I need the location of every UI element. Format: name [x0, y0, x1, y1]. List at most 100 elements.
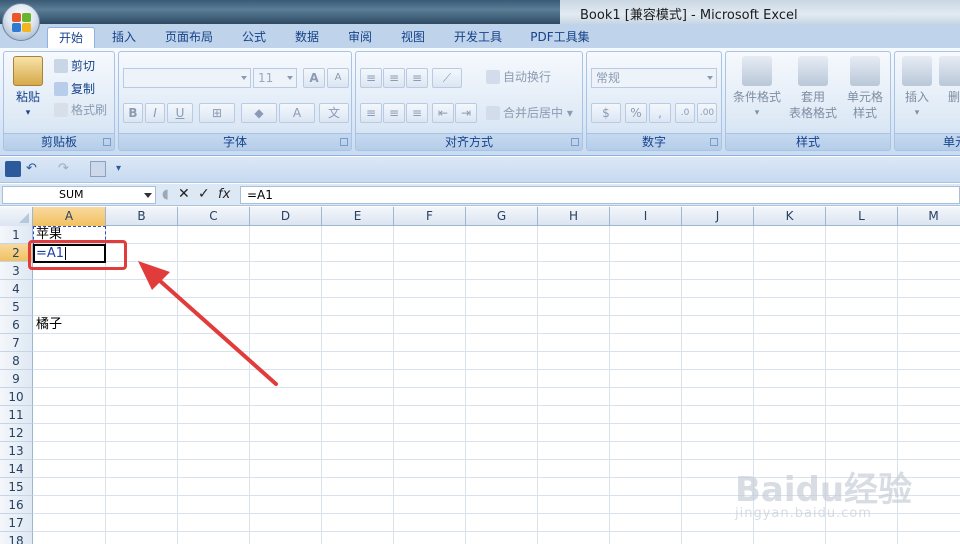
align-middle-button[interactable]: ≡ [383, 68, 405, 88]
align-top-button[interactable]: ≡ [360, 68, 382, 88]
copy-button[interactable]: 复制 [54, 81, 95, 97]
tab-page-layout[interactable]: 页面布局 [155, 27, 223, 48]
align-bottom-button[interactable]: ≡ [406, 68, 428, 88]
underline-button[interactable]: U [167, 103, 193, 123]
clipboard-group: 粘贴 ▾ 剪切 复制 格式刷 剪贴板 [3, 51, 115, 151]
alignment-launcher-icon[interactable] [571, 138, 579, 146]
insert-cells-button[interactable]: 插入 ▾ [899, 56, 935, 121]
row-header-16[interactable]: 16 [0, 496, 33, 514]
undo-icon[interactable]: ↶ [26, 161, 46, 177]
row-header-4[interactable]: 4 [0, 280, 33, 298]
enter-icon[interactable]: ✓ [198, 186, 210, 203]
bold-button[interactable]: B [123, 103, 143, 123]
format-as-table-button[interactable]: 套用 表格格式 [788, 56, 838, 121]
increase-decimal-button[interactable]: .0 [675, 103, 695, 123]
row-header-18[interactable]: 18 [0, 532, 33, 544]
column-header-j[interactable]: J [682, 207, 754, 226]
number-launcher-icon[interactable] [710, 138, 718, 146]
tab-formulas[interactable]: 公式 [232, 27, 276, 48]
format-painter-button[interactable]: 格式刷 [54, 102, 107, 118]
comma-button[interactable]: , [649, 103, 671, 123]
orientation-button[interactable]: ⟋ [432, 68, 462, 88]
select-all-button[interactable] [0, 207, 33, 226]
row-header-14[interactable]: 14 [0, 460, 33, 478]
merge-center-button[interactable]: 合并后居中 ▾ [486, 105, 573, 121]
cell-a6[interactable]: 橘子 [33, 316, 62, 334]
row-header-8[interactable]: 8 [0, 352, 33, 370]
name-box[interactable]: SUM [2, 186, 156, 204]
redo-icon[interactable]: ↷ [58, 161, 78, 177]
decrease-decimal-button[interactable]: .00 [697, 103, 717, 123]
align-left-button[interactable]: ≡ [360, 103, 382, 123]
font-launcher-icon[interactable] [340, 138, 348, 146]
shrink-font-button[interactable]: A [327, 68, 349, 88]
merge-cells-icon [486, 106, 500, 120]
tab-pdf-tools[interactable]: PDF工具集 [520, 27, 600, 48]
column-header-d[interactable]: D [250, 207, 322, 226]
tab-developer[interactable]: 开发工具 [444, 27, 512, 48]
name-box-value: SUM [59, 188, 84, 201]
annotation-highlight-box [28, 240, 127, 270]
font-color-button[interactable]: A [279, 103, 315, 123]
tab-data[interactable]: 数据 [285, 27, 329, 48]
column-header-f[interactable]: F [394, 207, 466, 226]
column-header-a[interactable]: A [33, 207, 106, 226]
row-header-17[interactable]: 17 [0, 514, 33, 532]
format-painter-label: 格式刷 [71, 103, 108, 117]
row-header-10[interactable]: 10 [0, 388, 33, 406]
paste-button[interactable]: 粘贴 ▾ [8, 56, 48, 121]
borders-button[interactable]: ⊞ [199, 103, 235, 123]
column-header-m[interactable]: M [898, 207, 960, 226]
row-header-13[interactable]: 13 [0, 442, 33, 460]
number-format-combo[interactable]: 常规 [591, 68, 717, 88]
column-header-l[interactable]: L [826, 207, 898, 226]
grow-font-button[interactable]: A [303, 68, 325, 88]
gridline [537, 226, 538, 544]
cancel-icon[interactable]: ✕ [178, 186, 190, 203]
decrease-indent-button[interactable]: ⇤ [432, 103, 454, 123]
cell-styles-button[interactable]: 单元格 样式 [840, 56, 890, 121]
row-header-12[interactable]: 12 [0, 424, 33, 442]
column-header-e[interactable]: E [322, 207, 394, 226]
row-header-9[interactable]: 9 [0, 370, 33, 388]
row-header-7[interactable]: 7 [0, 334, 33, 352]
cut-button[interactable]: 剪切 [54, 58, 95, 74]
row-header-15[interactable]: 15 [0, 478, 33, 496]
align-center-button[interactable]: ≡ [383, 103, 405, 123]
tab-review[interactable]: 审阅 [338, 27, 382, 48]
column-header-k[interactable]: K [754, 207, 826, 226]
font-size-combo[interactable]: 11 [253, 68, 297, 88]
column-header-c[interactable]: C [178, 207, 250, 226]
tab-insert[interactable]: 插入 [102, 27, 146, 48]
increase-indent-button[interactable]: ⇥ [455, 103, 477, 123]
alignment-group-label: 对齐方式 [356, 133, 582, 150]
font-group-label: 字体 [119, 133, 351, 150]
gridline [249, 226, 250, 544]
row-header-5[interactable]: 5 [0, 298, 33, 316]
row-header-11[interactable]: 11 [0, 406, 33, 424]
row-header-6[interactable]: 6 [0, 316, 33, 334]
font-name-combo[interactable] [123, 68, 251, 88]
percent-button[interactable]: % [625, 103, 647, 123]
currency-button[interactable]: $ [591, 103, 621, 123]
wrap-text-button[interactable]: 自动换行 [486, 69, 551, 85]
tab-home[interactable]: 开始 [47, 27, 95, 48]
column-header-h[interactable]: H [538, 207, 610, 226]
conditional-format-button[interactable]: 条件格式 ▾ [730, 56, 784, 121]
tab-view[interactable]: 视图 [391, 27, 435, 48]
formula-input[interactable]: =A1 [240, 186, 960, 204]
fill-color-button[interactable]: ◆ [241, 103, 277, 123]
insert-function-icon[interactable]: fx [218, 186, 230, 203]
column-header-i[interactable]: I [610, 207, 682, 226]
print-preview-icon[interactable] [90, 161, 106, 177]
office-button[interactable] [2, 3, 40, 41]
italic-button[interactable]: I [145, 103, 165, 123]
clipboard-launcher-icon[interactable] [103, 138, 111, 146]
phonetic-button[interactable]: 文 [319, 103, 349, 123]
column-header-g[interactable]: G [466, 207, 538, 226]
delete-cells-button[interactable]: 删 [939, 56, 960, 105]
align-right-button[interactable]: ≡ [406, 103, 428, 123]
column-header-b[interactable]: B [106, 207, 178, 226]
customize-qat-icon[interactable]: ▾ [116, 161, 132, 177]
save-icon[interactable] [5, 161, 21, 177]
